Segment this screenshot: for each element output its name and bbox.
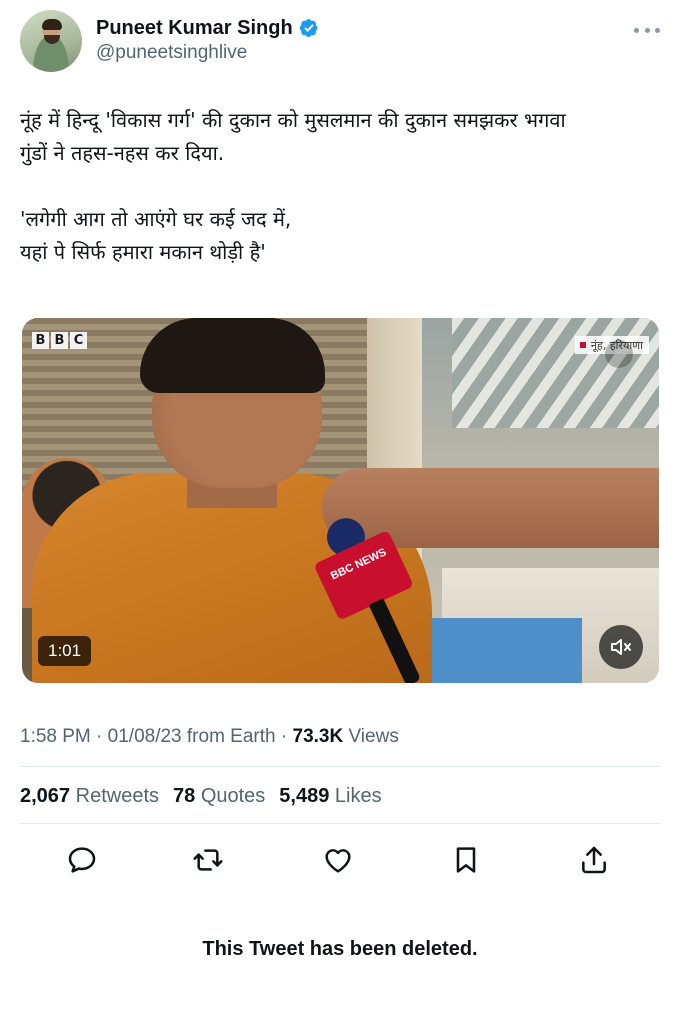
- retweets-stat[interactable]: 2,067 Retweets: [20, 782, 159, 810]
- like-icon: [325, 849, 351, 873]
- author-display-name[interactable]: Puneet Kumar Singh: [96, 16, 293, 40]
- tweet-text-line: नूंह में हिन्दू 'विकास गर्ग' की दुकान को…: [20, 108, 566, 132]
- quotes-stat[interactable]: 78 Quotes: [173, 782, 265, 810]
- video-duration: 1:01: [38, 636, 92, 666]
- views-count: 73.3K: [292, 726, 344, 747]
- divider: [20, 766, 660, 767]
- avatar[interactable]: [20, 10, 82, 72]
- reply-icon: [68, 847, 96, 873]
- tweet-meta: 1:58 PM · 01/08/23 from Earth · 73.3K Vi…: [20, 726, 399, 747]
- bbc-logo: BBC: [32, 332, 87, 349]
- deleted-notice: This Tweet has been deleted.: [202, 938, 478, 960]
- author-info[interactable]: Puneet Kumar Singh @puneetsinghlive: [96, 16, 319, 66]
- verified-badge-icon: [299, 19, 318, 37]
- tweet-text: नूंह में हिन्दू 'विकास गर्ग' की दुकान को…: [20, 104, 656, 269]
- tweet-text-line: यहां पे सिर्फ हमारा मकान थोड़ी है': [20, 240, 266, 264]
- bookmark-button[interactable]: [444, 838, 488, 882]
- tweet-text-line: 'लगेगी आग तो आएंगे घर कई जद में,: [20, 207, 292, 231]
- tweet-header: Puneet Kumar Singh @puneetsinghlive: [20, 10, 660, 74]
- action-bar: [20, 838, 660, 882]
- retweet-button[interactable]: [186, 838, 230, 882]
- tweet-date[interactable]: 01/08/23: [108, 726, 182, 747]
- retweet-icon: [193, 849, 223, 871]
- like-button[interactable]: [316, 838, 360, 882]
- tweet-source: from Earth: [181, 726, 276, 747]
- captions-icon: [605, 340, 633, 368]
- share-icon: [582, 846, 606, 874]
- more-options-icon[interactable]: [634, 20, 660, 40]
- author-handle[interactable]: @puneetsinghlive: [96, 40, 319, 66]
- mute-button[interactable]: [599, 625, 643, 669]
- share-button[interactable]: [572, 838, 616, 882]
- views-label: Views: [343, 726, 399, 747]
- divider: [20, 823, 660, 824]
- likes-stat[interactable]: 5,489 Likes: [279, 782, 381, 810]
- engagement-stats: 2,067 Retweets 78 Quotes 5,489 Likes: [20, 782, 382, 810]
- video-player[interactable]: BBC NEWS BBC नूंह, हरियाणा 1:01: [22, 318, 659, 683]
- reply-button[interactable]: [60, 838, 104, 882]
- bookmark-icon: [456, 847, 476, 873]
- tweet-time[interactable]: 1:58 PM: [20, 726, 91, 747]
- speaker-muted-icon: [611, 639, 631, 655]
- tweet-text-line: गुंडों ने तहस-नहस कर दिया.: [20, 141, 225, 165]
